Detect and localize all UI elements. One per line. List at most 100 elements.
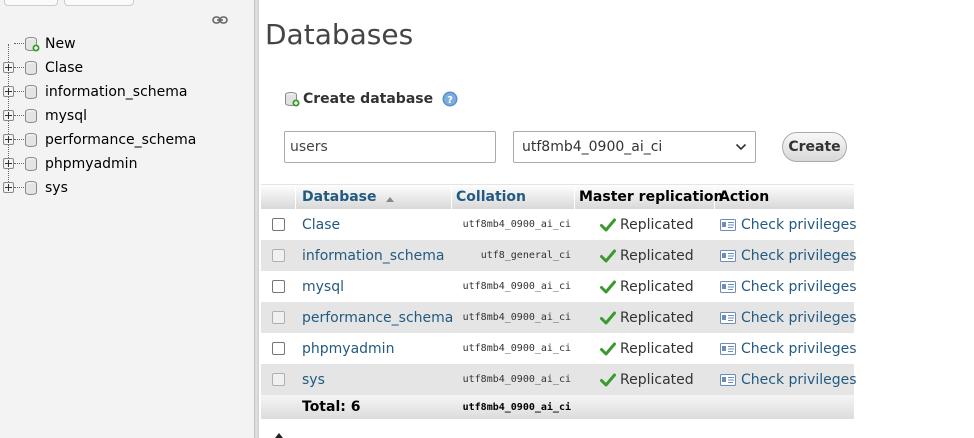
database-link[interactable]: information_schema	[302, 248, 445, 264]
check-privileges-link[interactable]: Check privileges	[741, 217, 857, 233]
collation-cell: utf8mb4_0900_ai_ci	[462, 312, 571, 323]
row-checkbox[interactable]	[272, 311, 285, 324]
checkmark-icon	[600, 342, 616, 355]
checkmark-icon	[600, 218, 616, 231]
sidebar-item-label[interactable]: Clase	[45, 58, 83, 78]
sidebar-item-label[interactable]: phpmyadmin	[45, 154, 137, 174]
column-separator	[451, 185, 452, 210]
row-checkbox[interactable]	[272, 373, 285, 386]
row-checkbox-cell	[272, 271, 285, 302]
database-name-cell: mysql	[302, 271, 344, 302]
check-privileges-link[interactable]: Check privileges	[741, 341, 857, 357]
chevron-down-icon	[735, 143, 747, 151]
create-database-button[interactable]: Create	[782, 132, 847, 162]
action-cell: Check privileges	[720, 364, 857, 395]
tree-connector	[14, 91, 24, 92]
expand-plus-icon[interactable]	[3, 86, 14, 97]
check-privileges-link[interactable]: Check privileges	[741, 279, 857, 295]
tree-connector	[14, 187, 24, 188]
sidebar-item-database[interactable]: phpmyadmin	[0, 154, 240, 174]
expand-plus-icon[interactable]	[3, 62, 14, 73]
expand-plus-icon[interactable]	[3, 182, 14, 193]
row-checkbox[interactable]	[272, 280, 285, 293]
table-row: sys utf8mb4_0900_ai_ci Replicated Check pri…	[261, 364, 857, 395]
table-row: information_schema utf8_general_ci Replica…	[261, 240, 857, 271]
action-cell: Check privileges	[720, 240, 857, 271]
collation-cell: utf8mb4_0900_ai_ci	[462, 374, 571, 385]
database-name-cell: information_schema	[302, 240, 445, 271]
sidebar-item-label[interactable]: mysql	[45, 106, 87, 126]
sidebar-top-button[interactable]	[4, 0, 58, 6]
row-checkbox-cell	[272, 333, 285, 364]
sort-ascending-icon	[385, 196, 394, 202]
navigation-sidebar: New Clase information_schemamysql performan…	[0, 0, 254, 438]
collation-header-label[interactable]: Collation	[456, 189, 526, 205]
new-database-icon	[285, 92, 300, 107]
expand-plus-icon[interactable]	[3, 134, 14, 145]
database-link[interactable]: Clase	[302, 217, 340, 233]
privileges-icon	[720, 218, 736, 231]
database-link[interactable]: sys	[302, 372, 325, 388]
database-link[interactable]: performance_schema	[302, 310, 453, 326]
help-icon[interactable]: ?	[442, 91, 458, 107]
replication-status: Replicated	[620, 216, 694, 233]
table-footer-row: Total: 6 utf8mb4_0900_ai_ci	[261, 395, 854, 419]
table-header-row: Database Collation Master replication Ac…	[261, 184, 854, 210]
checkmark-icon	[600, 373, 616, 386]
collation-select[interactable]: utf8mb4_0900_ai_ci	[513, 131, 756, 163]
action-cell: Check privileges	[720, 333, 857, 364]
sidebar-top-button[interactable]	[64, 0, 134, 6]
expand-plus-icon[interactable]	[3, 110, 14, 121]
row-checkbox[interactable]	[272, 342, 285, 355]
database-link[interactable]: mysql	[302, 279, 344, 295]
databases-table: Database Collation Master replication Ac…	[261, 184, 857, 419]
replication-status: Replicated	[620, 309, 694, 326]
expand-plus-icon[interactable]	[3, 158, 14, 169]
row-checkbox-cell	[272, 240, 285, 271]
sidebar-item-new[interactable]: New	[0, 34, 240, 54]
column-separator	[574, 185, 575, 210]
tree-connector	[14, 139, 24, 140]
row-checkbox[interactable]	[272, 249, 285, 262]
database-column-header[interactable]: Database	[302, 185, 394, 209]
collation-cell: utf8mb4_0900_ai_ci	[462, 219, 571, 230]
check-privileges-link[interactable]: Check privileges	[741, 248, 857, 264]
sidebar-item-database[interactable]: information_schema	[0, 82, 240, 102]
replication-status: Replicated	[620, 340, 694, 357]
replication-header-label: Master replication	[579, 189, 724, 205]
sidebar-item-label[interactable]: information_schema	[45, 82, 188, 102]
privileges-icon	[720, 342, 736, 355]
row-checkbox[interactable]	[272, 218, 285, 231]
database-icon	[25, 181, 37, 195]
column-separator	[295, 185, 296, 210]
collation-cell: utf8_general_ci	[480, 250, 571, 261]
replication-cell: Replicated	[600, 271, 694, 302]
tree-connector	[14, 115, 24, 116]
sidebar-item-database[interactable]: mysql	[0, 106, 240, 126]
check-privileges-link[interactable]: Check privileges	[741, 310, 857, 326]
replication-status: Replicated	[620, 371, 694, 388]
check-privileges-link[interactable]: Check privileges	[741, 372, 857, 388]
link-chain-icon[interactable]	[212, 15, 228, 25]
checkmark-icon	[600, 311, 616, 324]
create-database-label: Create database	[303, 91, 434, 107]
collation-column-header[interactable]: Collation	[456, 185, 526, 209]
sidebar-item-database[interactable]: performance_schema	[0, 130, 240, 150]
database-header-label[interactable]: Database	[302, 189, 377, 205]
privileges-icon	[720, 249, 736, 262]
database-name-input[interactable]	[284, 131, 496, 163]
tree-connector	[14, 67, 24, 68]
sidebar-item-database[interactable]: Clase	[0, 58, 240, 78]
action-cell: Check privileges	[720, 209, 857, 240]
sidebar-item-label[interactable]: New	[45, 34, 76, 54]
sidebar-item-database[interactable]: sys	[0, 178, 240, 198]
sidebar-item-label[interactable]: sys	[45, 178, 68, 198]
replication-cell: Replicated	[600, 240, 694, 271]
sidebar-resize-handle[interactable]	[254, 0, 259, 438]
table-row: performance_schema utf8mb4_0900_ai_ci Repl…	[261, 302, 857, 333]
database-link[interactable]: phpmyadmin	[302, 341, 394, 357]
row-checkbox-cell	[272, 364, 285, 395]
privileges-icon	[720, 373, 736, 386]
sidebar-item-label[interactable]: performance_schema	[45, 130, 196, 150]
replication-cell: Replicated	[600, 209, 694, 240]
